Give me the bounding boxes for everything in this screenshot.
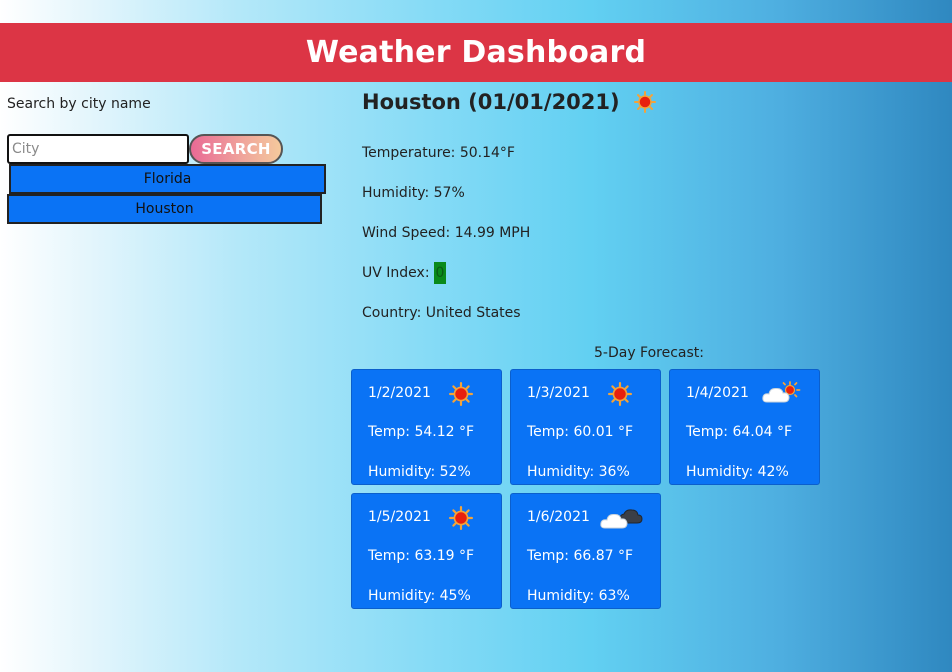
sun-icon	[608, 382, 632, 410]
history-item-houston[interactable]: Houston	[7, 194, 322, 224]
current-city-title: Houston (01/01/2021)	[362, 90, 620, 114]
forecast-card: 1/5/2021 Temp: 63.19 °F Humidity: 45%	[351, 493, 502, 609]
forecast-card: 1/3/2021 Temp: 60.01 °F Humidity: 36%	[510, 369, 661, 485]
dark-cloud-icon	[599, 505, 643, 535]
search-button[interactable]: SEARCH	[189, 134, 283, 164]
sun-icon	[633, 91, 656, 113]
app-header: Weather Dashboard	[0, 23, 952, 82]
sun-behind-cloud-icon	[761, 380, 801, 410]
page-title: Weather Dashboard	[305, 35, 647, 70]
sun-icon	[449, 382, 473, 410]
current-humidity: Humidity: 57%	[362, 185, 465, 201]
sun-icon	[449, 506, 473, 534]
forecast-humidity: Humidity: 63%	[527, 588, 630, 604]
current-wind-speed: Wind Speed: 14.99 MPH	[362, 225, 531, 241]
forecast-card: 1/6/2021 Temp: 66.87 °F Humidity: 63%	[510, 493, 661, 609]
uv-index-label: UV Index:	[362, 265, 430, 281]
forecast-date: 1/4/2021	[686, 385, 749, 401]
forecast-humidity: Humidity: 45%	[368, 588, 471, 604]
current-temperature: Temperature: 50.14°F	[362, 145, 515, 161]
search-label: Search by city name	[7, 96, 151, 112]
forecast-title: 5-Day Forecast:	[594, 345, 705, 361]
forecast-card: 1/2/2021 Temp: 54.12 °F Humidity: 52%	[351, 369, 502, 485]
forecast-humidity: Humidity: 36%	[527, 464, 630, 480]
forecast-humidity: Humidity: 42%	[686, 464, 789, 480]
forecast-date: 1/6/2021	[527, 509, 590, 525]
forecast-temp: Temp: 64.04 °F	[686, 424, 793, 440]
uv-index-badge: 0	[433, 262, 447, 284]
forecast-date: 1/3/2021	[527, 385, 590, 401]
forecast-card: 1/4/2021 Temp: 64.04 °F Humidity: 42%	[669, 369, 820, 485]
current-weather-heading: Houston (01/01/2021)	[362, 90, 656, 114]
forecast-temp: Temp: 63.19 °F	[368, 548, 475, 564]
forecast-date: 1/2/2021	[368, 385, 431, 401]
current-uv-index: UV Index: 0	[362, 262, 447, 284]
forecast-humidity: Humidity: 52%	[368, 464, 471, 480]
city-search-input[interactable]	[7, 134, 189, 164]
forecast-date: 1/5/2021	[368, 509, 431, 525]
current-country: Country: United States	[362, 305, 521, 321]
forecast-temp: Temp: 54.12 °F	[368, 424, 475, 440]
forecast-temp: Temp: 66.87 °F	[527, 548, 634, 564]
forecast-temp: Temp: 60.01 °F	[527, 424, 634, 440]
history-item-florida[interactable]: Florida	[9, 164, 326, 194]
